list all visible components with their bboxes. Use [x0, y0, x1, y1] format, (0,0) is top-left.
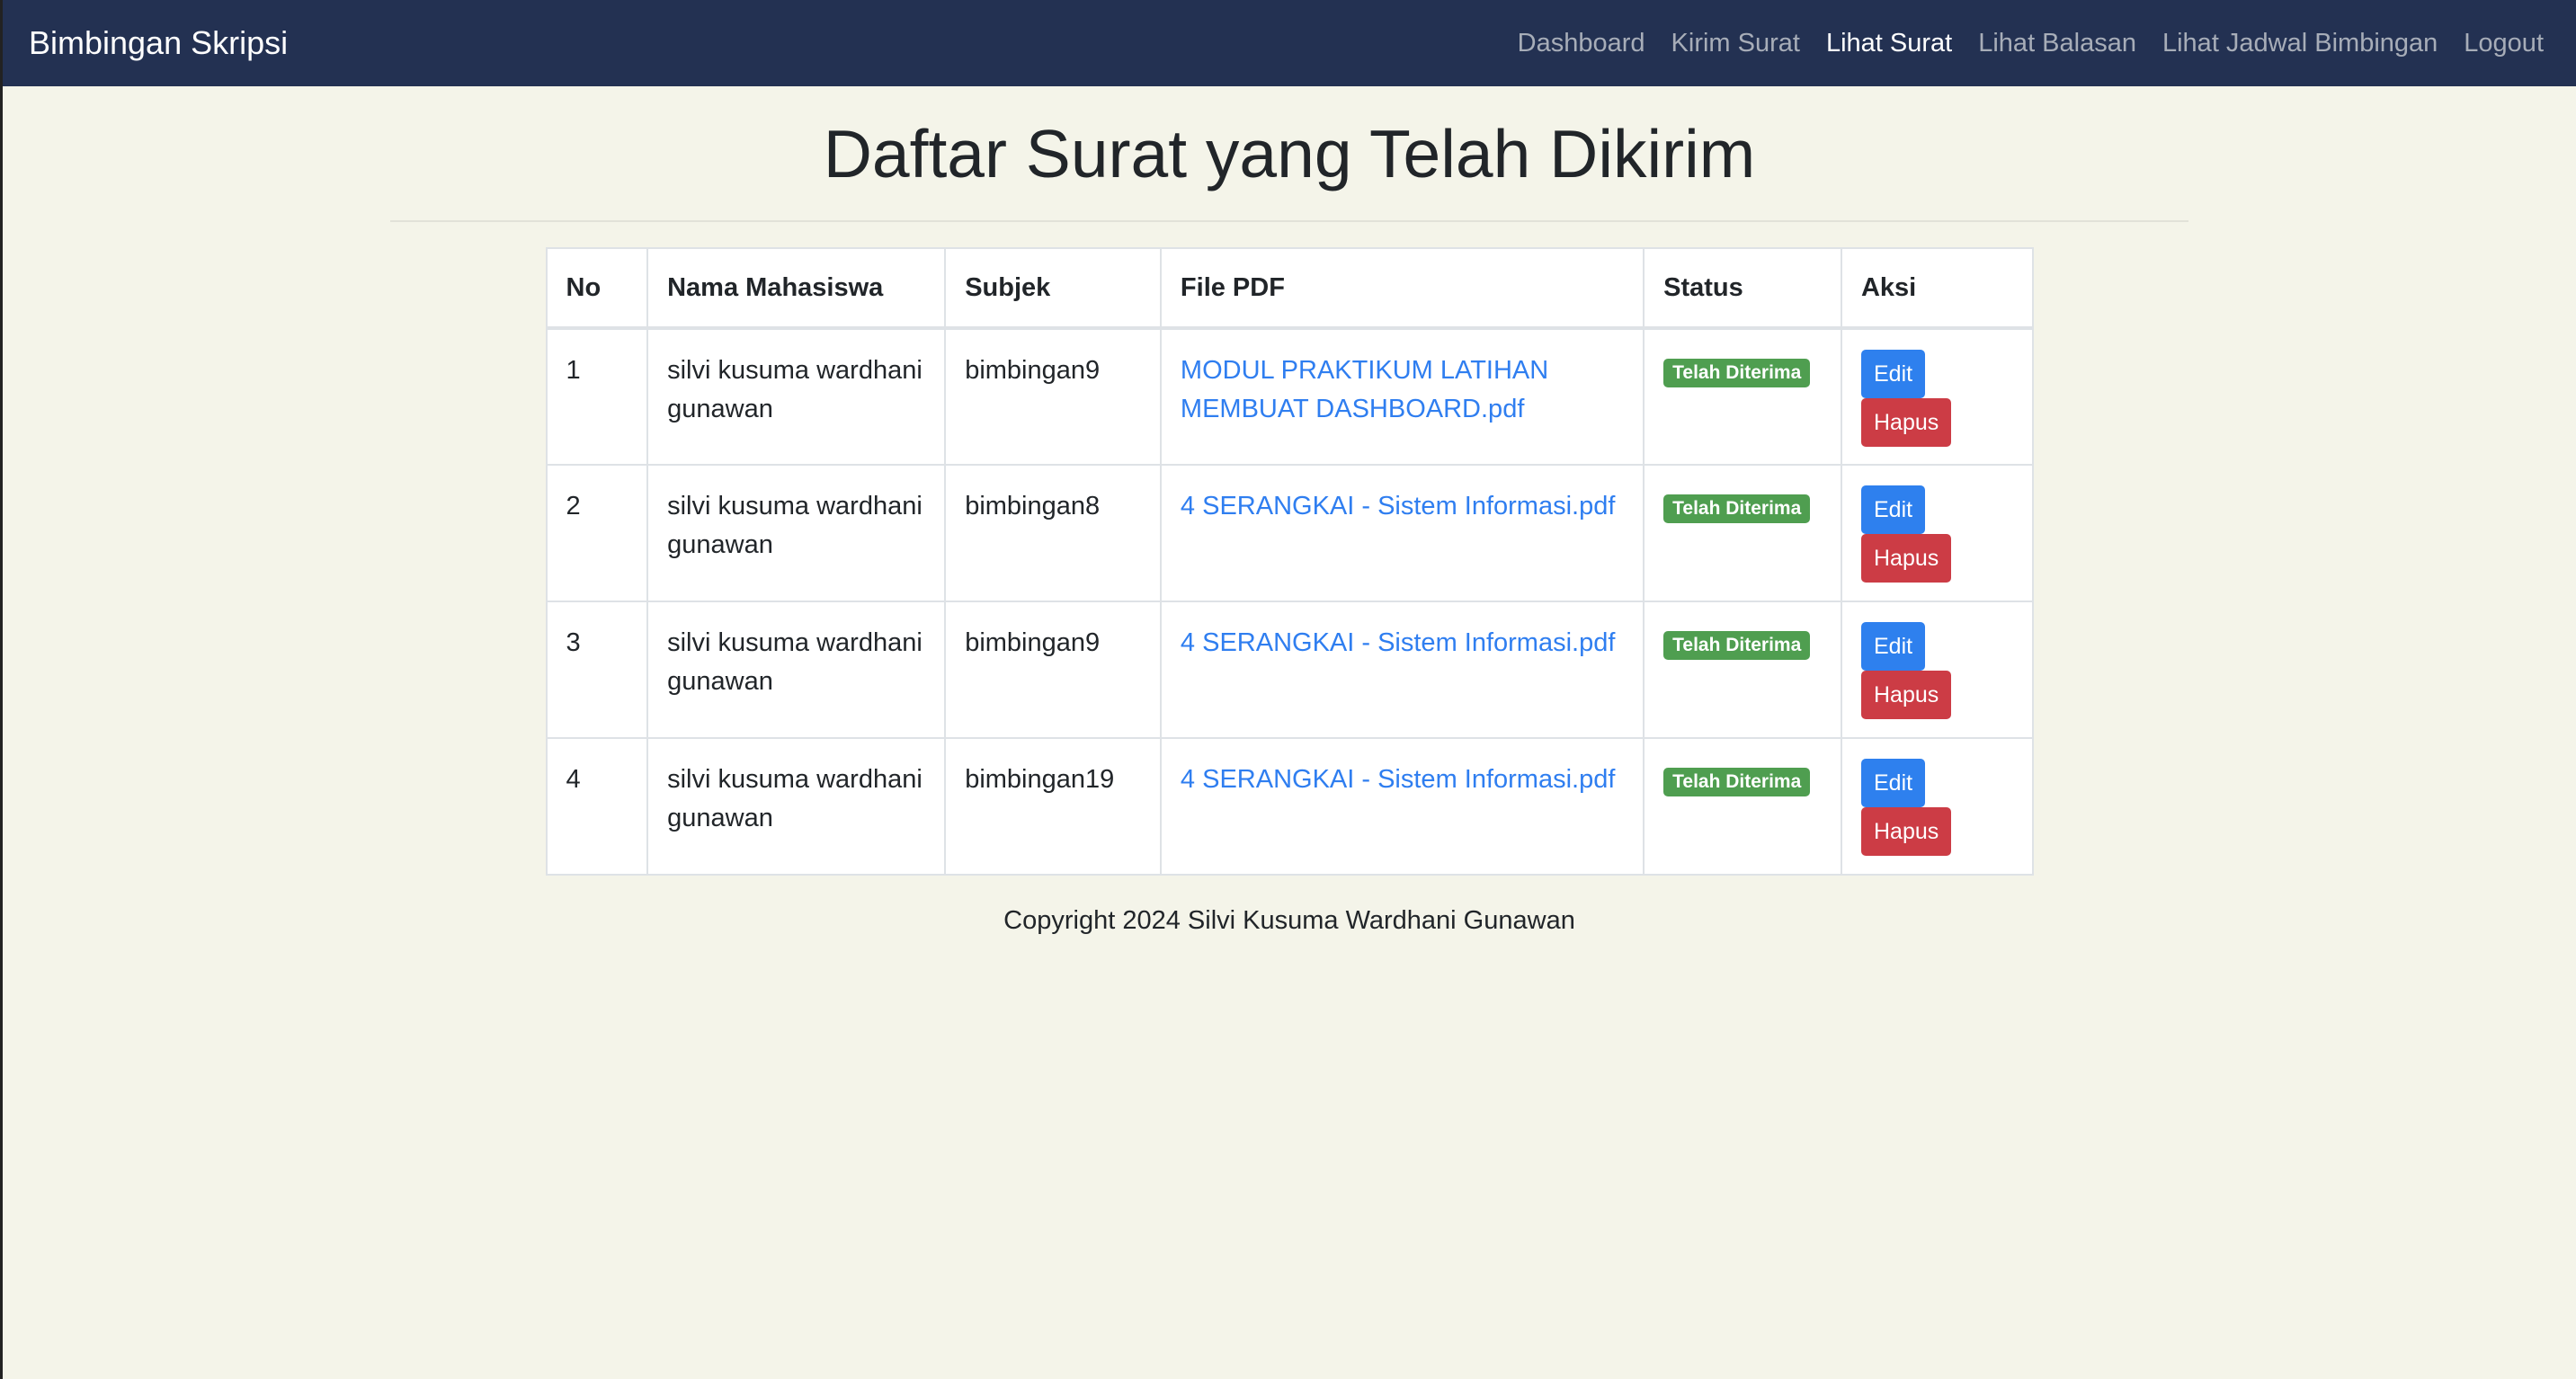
hapus-button[interactable]: Hapus — [1860, 807, 1952, 856]
cell-no: 1 — [545, 327, 649, 466]
hapus-button[interactable]: Hapus — [1860, 534, 1952, 583]
table-row: 2 silvi kusuma wardhani gunawan bimbinga… — [545, 464, 2034, 602]
nav-link-kirim-surat[interactable]: Kirim Surat — [1671, 29, 1800, 58]
cell-nama: silvi kusuma wardhani gunawan — [646, 464, 947, 602]
table-row: 4 silvi kusuma wardhani gunawan bimbinga… — [545, 737, 2034, 876]
table-row: 3 silvi kusuma wardhani gunawan bimbinga… — [545, 601, 2034, 739]
nav-link-lihat-jadwal-bimbingan[interactable]: Lihat Jadwal Bimbingan — [2162, 29, 2438, 58]
edit-button[interactable]: Edit — [1860, 759, 1926, 807]
header-nama-mahasiswa: Nama Mahasiswa — [646, 247, 947, 330]
status-badge: Telah Diterima — [1663, 768, 1811, 796]
edit-button[interactable]: Edit — [1860, 485, 1926, 534]
cell-status: Telah Diterima — [1643, 737, 1842, 876]
edit-button[interactable]: Edit — [1860, 622, 1926, 671]
page-title: Daftar Surat yang Telah Dikirim — [823, 116, 1756, 191]
cell-status: Telah Diterima — [1643, 601, 1842, 739]
table-row: 1 silvi kusuma wardhani gunawan bimbinga… — [545, 327, 2034, 466]
cell-nama: silvi kusuma wardhani gunawan — [646, 601, 947, 739]
table-header-row: No Nama Mahasiswa Subjek File PDF Status… — [545, 247, 2034, 330]
cell-status: Telah Diterima — [1643, 327, 1842, 466]
cell-nama: silvi kusuma wardhani gunawan — [646, 737, 947, 876]
nav-links: Dashboard Kirim Surat Lihat Surat Lihat … — [1492, 29, 2544, 58]
nav-link-lihat-surat[interactable]: Lihat Surat — [1826, 29, 1952, 58]
cell-no: 4 — [545, 737, 649, 876]
table-container: No Nama Mahasiswa Subjek File PDF Status… — [545, 247, 2034, 876]
hapus-button[interactable]: Hapus — [1860, 398, 1952, 447]
header-file-pdf: File PDF — [1159, 247, 1645, 330]
cell-aksi: Edit Hapus — [1840, 737, 2034, 876]
status-badge: Telah Diterima — [1663, 359, 1811, 387]
cell-aksi: Edit Hapus — [1840, 601, 2034, 739]
cell-file: 4 SERANGKAI - Sistem Informasi.pdf — [1159, 737, 1645, 876]
cell-subjek: bimbingan19 — [944, 737, 1162, 876]
header-status: Status — [1643, 247, 1842, 330]
file-pdf-link[interactable]: 4 SERANGKAI - Sistem Informasi.pdf — [1181, 492, 1615, 520]
file-pdf-link[interactable]: MODUL PRAKTIKUM LATIHAN MEMBUAT DASHBOAR… — [1181, 356, 1548, 423]
nav-link-logout[interactable]: Logout — [2464, 29, 2544, 58]
cell-file: 4 SERANGKAI - Sistem Informasi.pdf — [1159, 464, 1645, 602]
file-pdf-link[interactable]: 4 SERANGKAI - Sistem Informasi.pdf — [1181, 765, 1615, 794]
header-aksi: Aksi — [1840, 247, 2034, 330]
cell-status: Telah Diterima — [1643, 464, 1842, 602]
cell-subjek: bimbingan9 — [944, 601, 1162, 739]
edit-button[interactable]: Edit — [1860, 350, 1926, 398]
nav-link-lihat-balasan[interactable]: Lihat Balasan — [1978, 29, 2136, 58]
header-no: No — [545, 247, 649, 330]
title-divider — [390, 220, 2188, 222]
cell-subjek: bimbingan8 — [944, 464, 1162, 602]
footer-copyright: Copyright 2024 Silvi Kusuma Wardhani Gun… — [1003, 906, 1575, 935]
cell-nama: silvi kusuma wardhani gunawan — [646, 327, 947, 466]
header-subjek: Subjek — [944, 247, 1162, 330]
status-badge: Telah Diterima — [1663, 631, 1811, 660]
surat-table: No Nama Mahasiswa Subjek File PDF Status… — [545, 247, 2034, 876]
cell-subjek: bimbingan9 — [944, 327, 1162, 466]
cell-file: 4 SERANGKAI - Sistem Informasi.pdf — [1159, 601, 1645, 739]
navbar: Bimbingan Skripsi Dashboard Kirim Surat … — [3, 0, 2576, 86]
cell-aksi: Edit Hapus — [1840, 327, 2034, 466]
status-badge: Telah Diterima — [1663, 494, 1811, 523]
cell-no: 2 — [545, 464, 649, 602]
cell-file: MODUL PRAKTIKUM LATIHAN MEMBUAT DASHBOAR… — [1159, 327, 1645, 466]
cell-aksi: Edit Hapus — [1840, 464, 2034, 602]
cell-no: 3 — [545, 601, 649, 739]
nav-link-dashboard[interactable]: Dashboard — [1518, 29, 1645, 58]
hapus-button[interactable]: Hapus — [1860, 671, 1952, 719]
navbar-brand[interactable]: Bimbingan Skripsi — [29, 24, 288, 62]
file-pdf-link[interactable]: 4 SERANGKAI - Sistem Informasi.pdf — [1181, 628, 1615, 657]
